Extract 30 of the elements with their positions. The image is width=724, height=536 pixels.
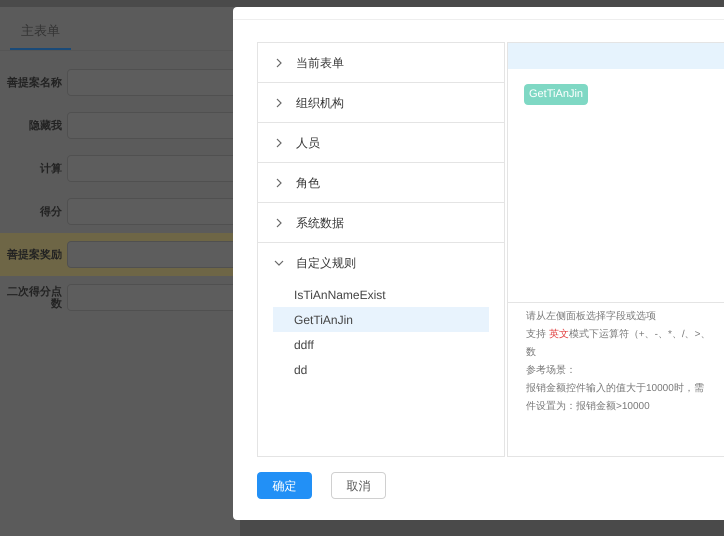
section-header[interactable]: 人员 (258, 123, 504, 162)
help-text: 件设置为：报销金额>10000 (526, 400, 651, 414)
field-label: 隐藏我 (28, 120, 62, 132)
section-header[interactable]: 当前表单 (258, 43, 504, 82)
chevron-right-icon (274, 58, 284, 68)
section-header[interactable]: 组织机构 (258, 83, 504, 122)
help-text: 支持 英文模式下运算符（+、-、*、/、>、 (526, 328, 712, 342)
help-text: 请从左侧面板选择字段或选项 (526, 310, 657, 324)
help-text: 报销金额控件输入的值大于10000时，需 (526, 382, 705, 396)
field-label: 二次得分点数 (6, 286, 62, 310)
field-label: 善提案奖励 (6, 248, 62, 260)
field-label: 善提案名称 (6, 76, 62, 88)
rule-item[interactable]: ddff (273, 332, 489, 357)
field-label: 计算 (38, 162, 62, 174)
section-header[interactable]: 系统数据 (258, 203, 504, 242)
rule-item[interactable]: GetTiAnJin (273, 307, 489, 332)
chevron-right-icon (274, 218, 284, 228)
formula-tag: GetTiAnJin (524, 84, 588, 104)
rule-item[interactable]: IsTiAnNameExist (273, 282, 489, 307)
chevron-right-icon (274, 98, 284, 108)
field-label: 得分 (38, 206, 62, 218)
chevron-right-icon (274, 138, 284, 148)
section-header[interactable]: 自定义规则 (258, 243, 504, 282)
chevron-down-icon (274, 258, 284, 268)
help-text: 数 (526, 346, 537, 360)
help-text: 参考场景： (526, 364, 577, 378)
chevron-right-icon (274, 178, 284, 188)
section-header[interactable]: 角色 (258, 163, 504, 202)
rule-item[interactable]: dd (273, 357, 489, 382)
cancel-button[interactable]: 取消 (331, 472, 386, 499)
